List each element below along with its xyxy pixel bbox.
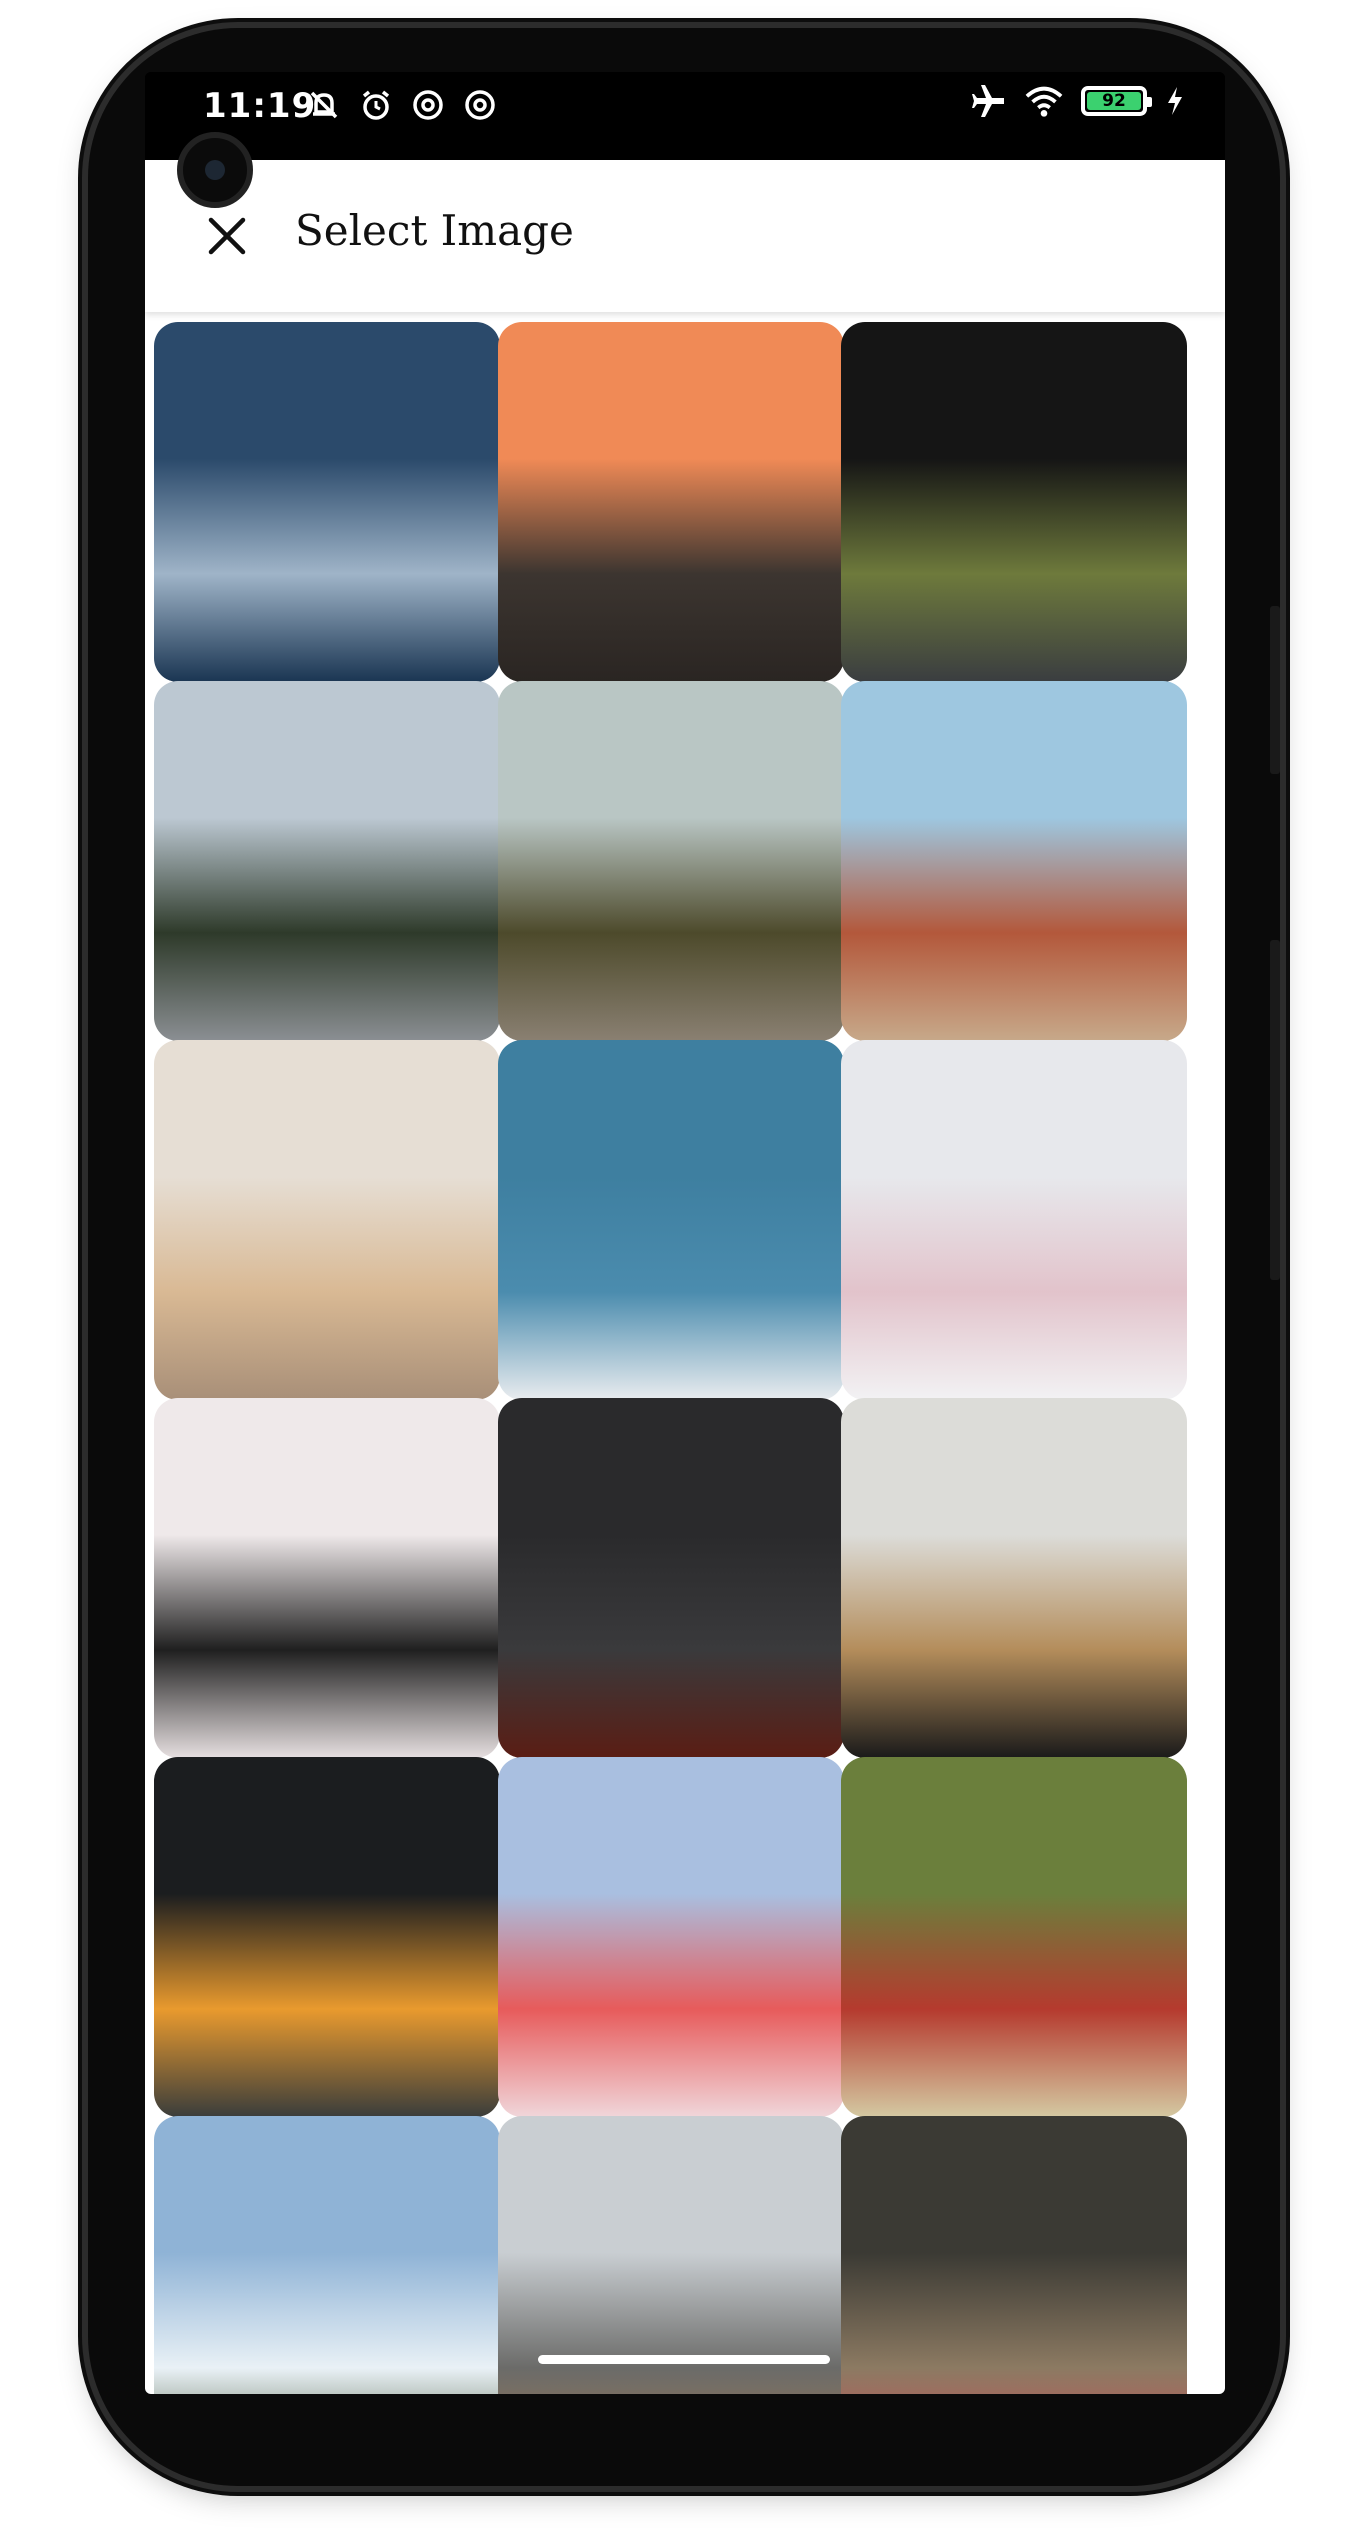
status-left-icons [305,86,499,124]
image-golden-bridge-hands[interactable] [497,2116,844,2394]
image-pine-forest[interactable] [497,680,844,1041]
image-sunset-road[interactable] [497,322,844,682]
image-wall-frames[interactable] [154,1398,501,1759]
charging-bolt-icon [1165,82,1185,120]
close-button[interactable] [191,200,263,272]
battery-level: 92 [1087,91,1141,111]
image-pancakes[interactable] [154,1757,501,2118]
status-bar: 11:19 92 [145,72,1225,160]
image-camper-van[interactable] [154,1039,501,1400]
image-polaroids[interactable] [840,1039,1187,1400]
status-right-icons: 92 [969,82,1185,120]
image-motel-sign[interactable] [497,1039,844,1400]
image-hilltop-pagoda[interactable] [154,2116,501,2394]
battery-indicator: 92 [1081,86,1152,116]
home-indicator[interactable] [538,2355,830,2364]
image-desert-van[interactable] [840,680,1187,1041]
bell-off-icon [305,86,343,124]
airplane-icon [969,82,1007,120]
front-camera [177,132,253,208]
image-grid [145,312,1225,2394]
volume-button [1270,940,1280,1280]
image-tunnel-road[interactable] [840,322,1187,682]
screen: 11:19 92 Select Image [145,72,1225,2394]
image-ocean-waves[interactable] [154,322,501,682]
image-market-stall[interactable] [840,1757,1187,2118]
status-time: 11:19 [203,86,317,126]
image-smoothie-bowl[interactable] [497,1757,844,2118]
image-mountain-bridge[interactable] [154,680,501,1041]
image-brick-wall-frame[interactable] [497,1398,844,1759]
page-title: Select Image [295,206,574,255]
sync-icon [409,86,447,124]
app-bar: Select Image [145,160,1225,312]
power-button [1270,606,1280,774]
sync-icon [461,86,499,124]
image-cafe-woman[interactable] [840,1398,1187,1759]
alarm-icon [357,86,395,124]
close-icon [208,217,246,255]
wifi-icon [1025,82,1063,120]
image-old-town-street[interactable] [840,2116,1187,2394]
